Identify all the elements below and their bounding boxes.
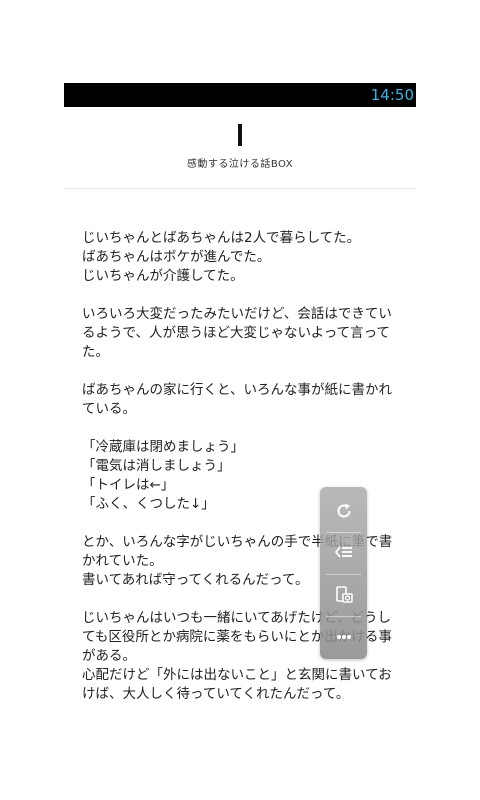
screenshot-icon (335, 586, 353, 603)
more-button[interactable] (320, 617, 367, 657)
floating-toolbar (320, 487, 367, 659)
article-paragraph: いろいろ大変だったみたいだけど、会話はできているようで、人が思うほど大変じゃない… (82, 306, 392, 360)
screenshot-button[interactable] (320, 575, 367, 615)
status-time: 14:50 (370, 86, 414, 104)
article-paragraph: じいちゃんとばあちゃんは2人で暮らしてた。 ばあちゃんはボケが進んでた。 じいち… (82, 230, 361, 284)
article-paragraph: ばあちゃんの家に行くと、いろんな事が紙に書かれている。 (82, 382, 392, 417)
refresh-icon (337, 503, 351, 518)
more-icon (336, 635, 351, 639)
contents-list-icon (334, 546, 352, 558)
page-header: 感動する泣ける話BOX (64, 107, 416, 189)
title-cursor-mark (238, 124, 242, 146)
contents-list-button[interactable] (320, 533, 367, 573)
site-name: 感動する泣ける話BOX (186, 159, 294, 170)
refresh-button[interactable] (320, 491, 367, 531)
status-bar: 14:50 (64, 83, 416, 107)
